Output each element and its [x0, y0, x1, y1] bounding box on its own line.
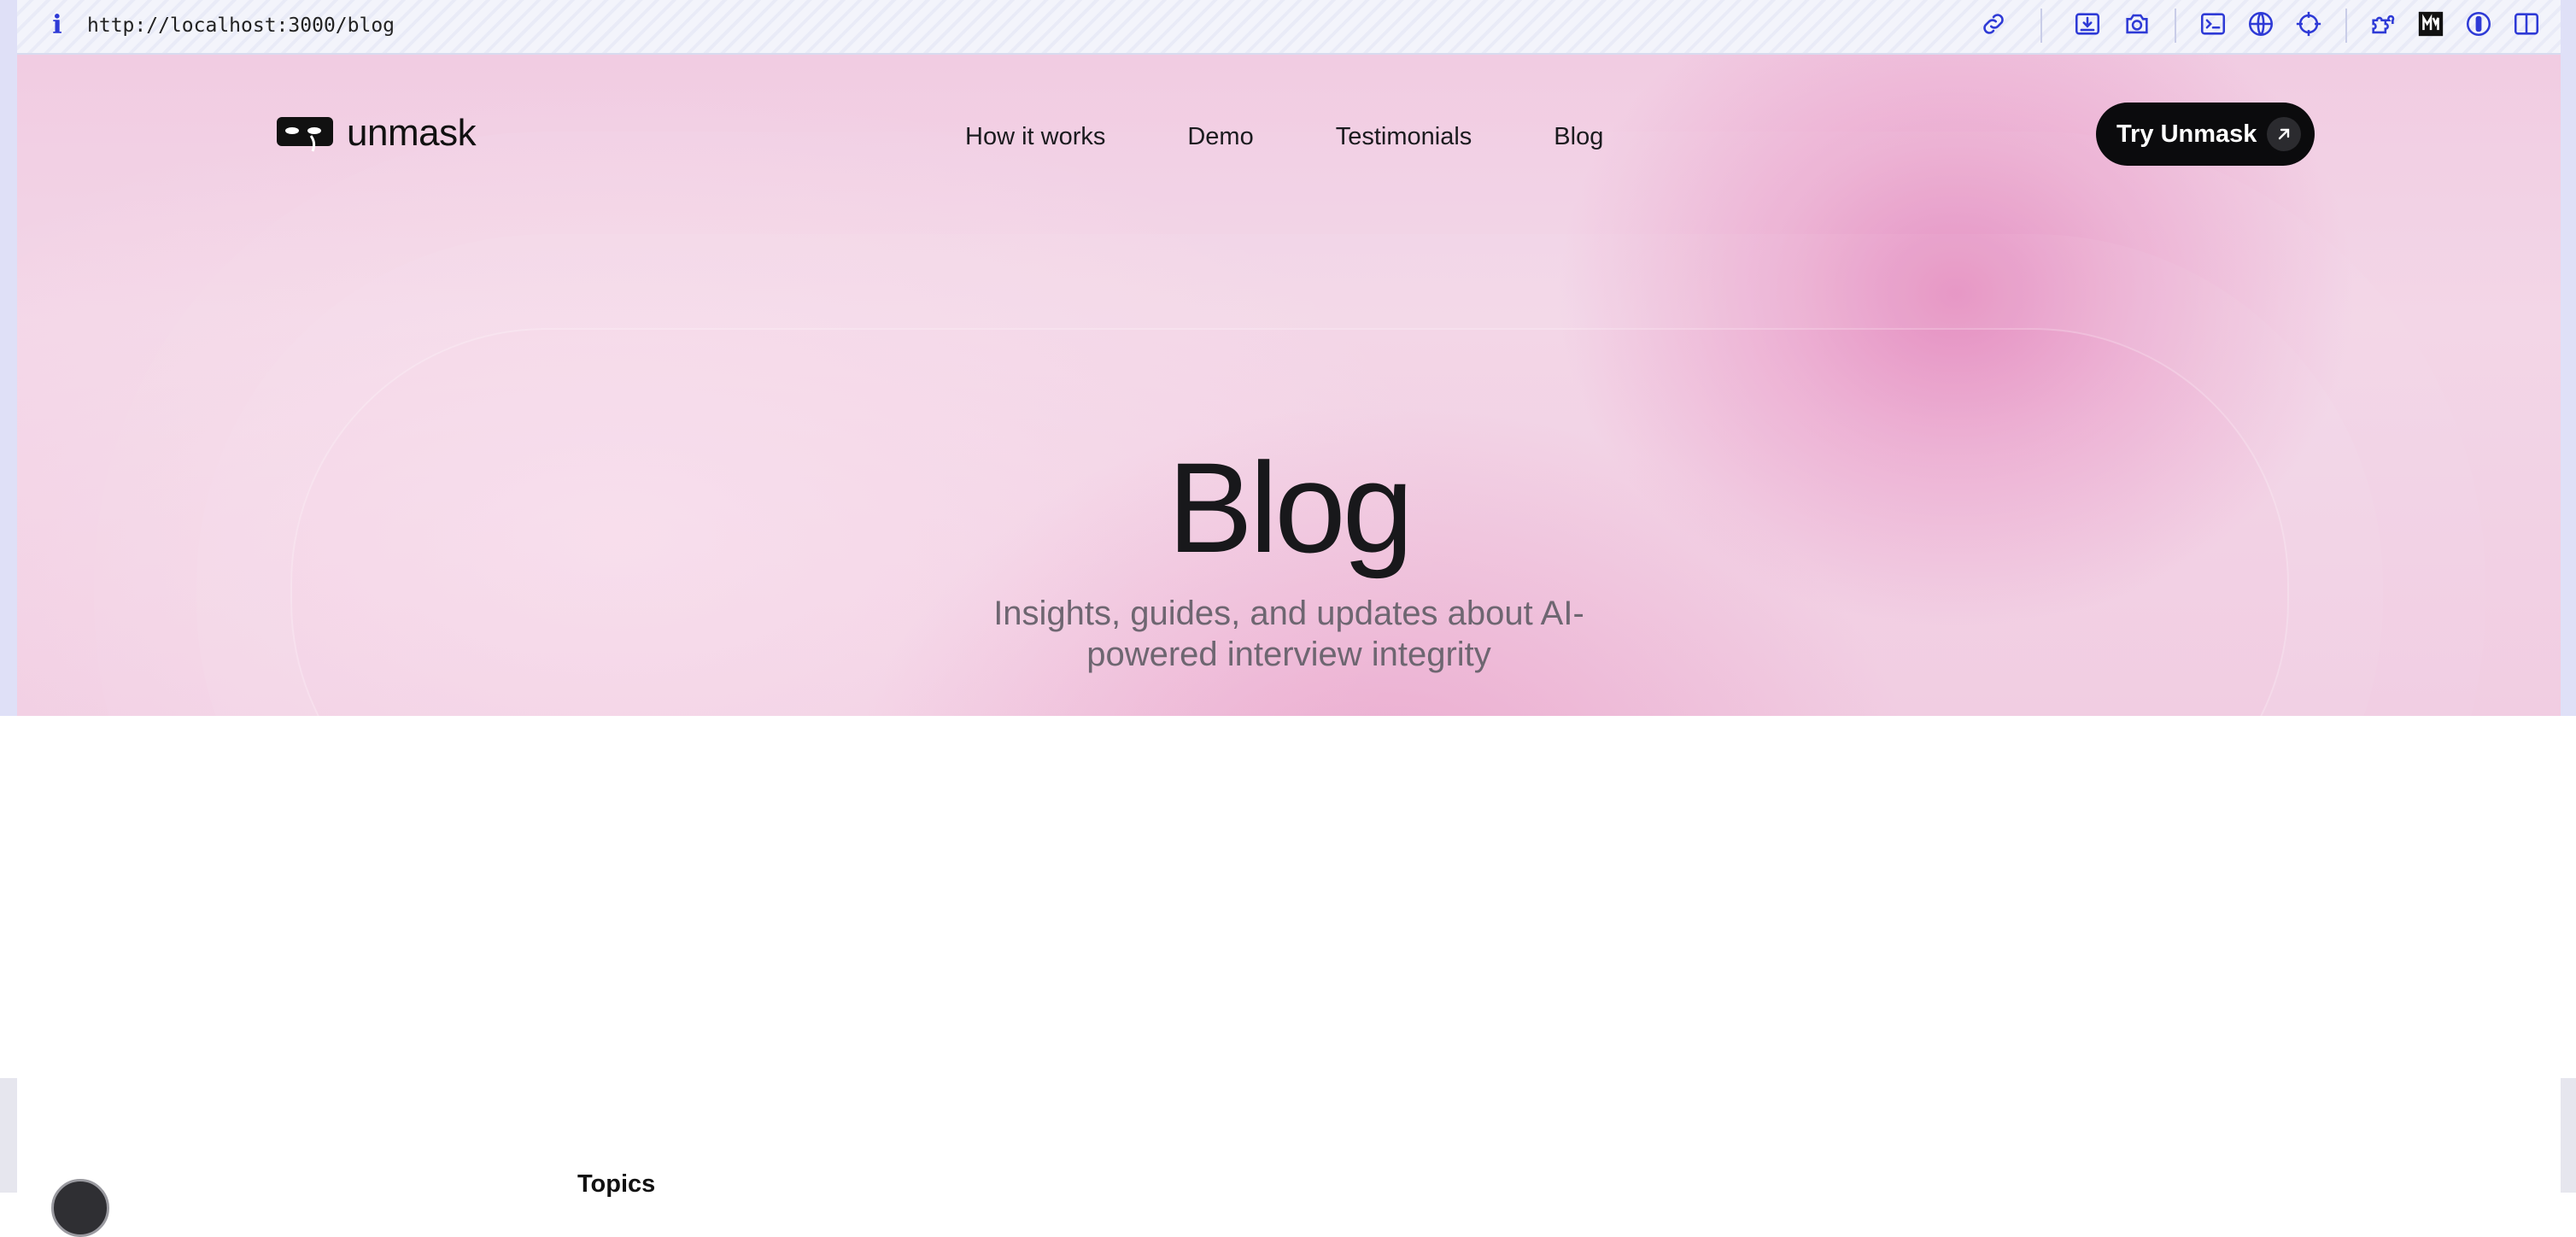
- main-navigation: How it works Demo Testimonials Blog: [965, 114, 1603, 159]
- password-manager-icon[interactable]: [2463, 9, 2494, 39]
- globe-icon[interactable]: [2245, 9, 2276, 39]
- window-edge-left-lower: [0, 1078, 17, 1193]
- toolbar-divider: [2040, 9, 2042, 43]
- mask-logo-icon: [277, 117, 333, 152]
- topics-heading: Topics: [577, 1170, 656, 1198]
- download-icon[interactable]: [2072, 9, 2103, 39]
- link-icon[interactable]: [1978, 9, 2009, 39]
- nav-link-how-it-works[interactable]: How it works: [965, 123, 1105, 151]
- markdown-icon[interactable]: [2415, 9, 2446, 39]
- puzzle-icon[interactable]: [2368, 9, 2398, 39]
- toolbar-divider: [2345, 9, 2347, 43]
- address-bar-url[interactable]: http://localhost:3000/blog: [87, 9, 395, 43]
- nav-link-demo[interactable]: Demo: [1187, 123, 1253, 151]
- terminal-icon[interactable]: [2198, 9, 2228, 39]
- nav-link-testimonials[interactable]: Testimonials: [1336, 123, 1472, 151]
- window-edge-left: [0, 0, 17, 716]
- blog-content-section: Topics: [17, 1078, 2561, 1237]
- page-title: Blog: [1167, 436, 1414, 579]
- cta-label: Try Unmask: [2116, 120, 2257, 148]
- avatar[interactable]: [51, 1179, 109, 1237]
- logo-wordmark: unmask: [347, 112, 477, 154]
- crosshair-icon[interactable]: [2293, 9, 2324, 39]
- nav-link-blog[interactable]: Blog: [1554, 123, 1603, 151]
- try-unmask-button[interactable]: Try Unmask: [2096, 103, 2315, 166]
- browser-toolbar: i http://localhost:3000/blog: [17, 0, 2561, 55]
- browser-window: i http://localhost:3000/blog unmask How …: [0, 0, 2576, 1237]
- info-icon[interactable]: i: [48, 9, 67, 43]
- camera-icon[interactable]: [2122, 9, 2152, 39]
- window-edge-right: [2561, 0, 2576, 716]
- page-subtitle: Insights, guides, and updates about AI-p…: [993, 595, 1584, 673]
- sidebar-toggle-icon[interactable]: [2511, 9, 2542, 39]
- hero-section: unmask How it works Demo Testimonials Bl…: [17, 55, 2561, 716]
- window-edge-right-lower: [2561, 1078, 2576, 1193]
- site-logo[interactable]: unmask: [277, 109, 477, 157]
- arrow-up-right-icon: [2267, 117, 2301, 151]
- toolbar-divider: [2175, 9, 2176, 43]
